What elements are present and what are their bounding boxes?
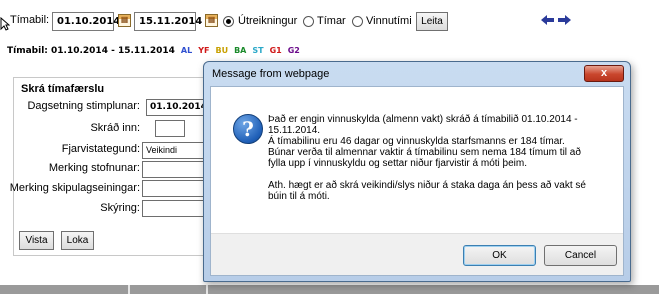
- radio-vinnutimi-label: Vinnutími: [366, 15, 412, 27]
- radio-utreikningur-label: Útreikningur: [238, 15, 298, 27]
- message-line: búin til á móti.: [268, 191, 330, 202]
- calendar-icon[interactable]: ▦: [118, 14, 131, 27]
- message-line: Búnar verða til almennar vaktir á tímabi…: [268, 147, 581, 158]
- dialog-footer: OK Cancel: [211, 233, 623, 275]
- calendar-icon[interactable]: ▦: [205, 14, 218, 27]
- legend-code-st: ST: [252, 46, 264, 55]
- prev-next-arrows-icon[interactable]: [540, 14, 572, 26]
- legend-code-g1: G1: [269, 46, 282, 55]
- strip-separator: [206, 285, 208, 294]
- legend-code-g2: G2: [287, 46, 300, 55]
- close-form-button[interactable]: Loka: [61, 231, 94, 250]
- absence-type-select[interactable]: Veikindi: [142, 142, 208, 159]
- message-line: Á tímabilinu eru 46 dagar og vinnuskylda…: [268, 136, 565, 147]
- message-dialog: Message from webpage x ? Það er engin vi…: [203, 61, 631, 282]
- search-button[interactable]: Leita: [416, 12, 448, 31]
- legend-code-bu: BU: [215, 46, 229, 55]
- save-button[interactable]: Vista: [19, 231, 54, 250]
- message-line: Ath. hægt er að skrá veikindi/slys niður…: [268, 180, 586, 191]
- field-label-explanation: Skýring:: [100, 202, 140, 214]
- field-label-absence-type: Fjarvistategund:: [61, 143, 140, 155]
- from-date-field[interactable]: 01.10.2014: [52, 12, 120, 31]
- to-date-field[interactable]: 15.11.2014: [134, 12, 202, 31]
- close-icon[interactable]: x: [584, 65, 624, 82]
- dialog-body: ? Það er engin vinnuskylda (almenn vakt)…: [210, 86, 624, 276]
- radio-timar[interactable]: [303, 16, 314, 27]
- radio-vinnutimi[interactable]: [352, 16, 363, 27]
- panel-title: Skrá tímafærslu: [21, 83, 105, 95]
- message-line: fylla upp í vinnuskyldu og settar niður …: [268, 158, 527, 169]
- field-label-org-unit: Merking skipulagseiningar:: [9, 182, 140, 194]
- period-title: Tímabil: 01.10.2014 - 15.11.2014 AL YF BU BA…: [7, 46, 300, 56]
- mouse-cursor-icon: [0, 17, 10, 31]
- legend-code-al: AL: [180, 46, 193, 55]
- legend: AL YF BU BA ST G1 G2: [175, 46, 300, 56]
- cancel-button[interactable]: Cancel: [544, 245, 617, 266]
- registered-input[interactable]: [155, 120, 185, 137]
- org-unit-input[interactable]: [142, 180, 208, 197]
- message-line: 15.11.2014.: [268, 125, 321, 136]
- radio-timar-label: Tímar: [317, 15, 346, 27]
- period-title-text: Tímabil: 01.10.2014 - 15.11.2014: [7, 46, 175, 56]
- field-label-registered: Skráð inn:: [90, 122, 140, 134]
- radio-utreikningur[interactable]: [223, 16, 234, 27]
- message-line: Það er engin vinnuskylda (almenn vakt) s…: [268, 114, 578, 125]
- legend-code-yf: YF: [198, 46, 210, 55]
- table-header-strip: [0, 285, 659, 294]
- ok-button[interactable]: OK: [463, 245, 536, 266]
- field-label-institution: Merking stofnunar:: [48, 162, 140, 174]
- info-icon: ?: [233, 114, 263, 144]
- institution-input[interactable]: [142, 161, 208, 178]
- explanation-input[interactable]: [142, 200, 208, 217]
- legend-code-ba: BA: [234, 46, 247, 55]
- period-label: Tímabil:: [10, 14, 50, 26]
- dialog-title: Message from webpage: [212, 68, 330, 80]
- date-input[interactable]: 01.10.2014: [146, 99, 208, 116]
- strip-separator: [128, 285, 130, 294]
- field-label-date: Dagsetning stimplunar:: [27, 100, 140, 112]
